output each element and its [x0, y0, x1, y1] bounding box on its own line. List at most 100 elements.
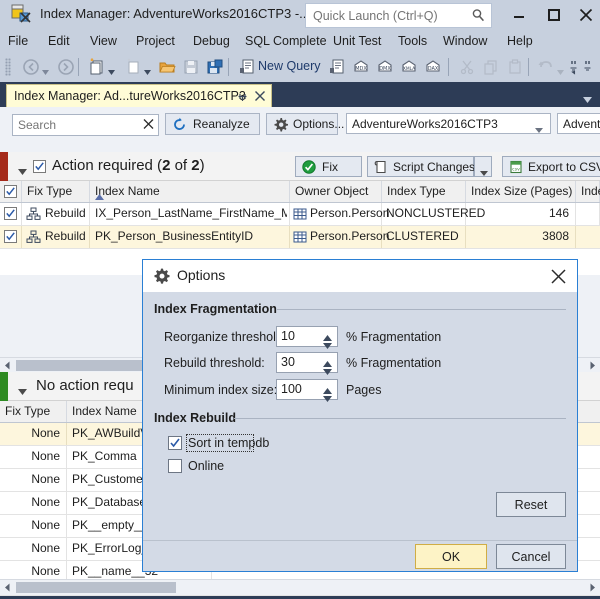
column-label: Owner Object — [295, 184, 369, 198]
spinner-down-icon[interactable] — [323, 338, 332, 349]
chevron-down-icon[interactable] — [18, 164, 27, 175]
save-icon[interactable] — [182, 58, 200, 76]
online-label[interactable]: Online — [188, 459, 224, 473]
rebuild-threshold-spinner[interactable]: 30 — [276, 352, 338, 375]
menu-help[interactable]: Help — [507, 33, 533, 50]
cell-fix-type-value: Rebuild — [45, 206, 86, 220]
options-dialog: Options Index Fragmentation Reorganize t… — [142, 259, 578, 572]
scroll-left-icon[interactable] — [0, 580, 15, 595]
cell-index-name: IX_Person_LastName_FirstName_Mi... — [90, 203, 290, 225]
scroll-thumb[interactable] — [16, 582, 176, 593]
new-project-icon[interactable] — [88, 58, 106, 76]
reset-button[interactable]: Reset — [496, 492, 566, 517]
column-header-fix-type[interactable]: Fix Type — [0, 401, 67, 422]
script-changes-button[interactable]: Script Changes — [367, 156, 475, 177]
row-checkbox[interactable] — [4, 230, 17, 243]
options-button[interactable]: Options... — [266, 113, 344, 135]
column-select-all[interactable] — [0, 181, 22, 202]
spinner-up-icon[interactable] — [323, 356, 332, 367]
dmx-query-icon[interactable]: DMX — [376, 58, 394, 76]
close-button[interactable] — [575, 3, 597, 27]
quick-launch-box[interactable] — [305, 3, 492, 28]
noaction-grid-hscrollbar[interactable] — [0, 579, 600, 595]
close-icon[interactable] — [254, 90, 266, 102]
menu-project[interactable]: Project — [136, 33, 175, 50]
open-file-icon[interactable] — [124, 58, 142, 76]
save-all-icon[interactable] — [206, 58, 224, 76]
group-divider — [277, 309, 566, 310]
spinner-down-icon[interactable] — [323, 364, 332, 375]
scroll-right-icon[interactable] — [585, 580, 600, 595]
cell-value: None — [31, 426, 60, 440]
cancel-button[interactable]: Cancel — [496, 544, 566, 569]
chevron-down-icon[interactable] — [18, 384, 27, 395]
analysis-query-icon[interactable] — [328, 58, 346, 76]
tab-index-manager[interactable]: Index Manager: Ad...tureWorks2016CTP3 — [6, 84, 272, 107]
menu-file[interactable]: File — [8, 33, 28, 50]
reanalyze-button[interactable]: Reanalyze — [165, 113, 260, 135]
export-to-csv-label: Export to CSV... — [528, 160, 600, 174]
navigate-back-dropdown-icon[interactable] — [42, 64, 49, 75]
search-box[interactable] — [12, 114, 159, 136]
menu-view[interactable]: View — [90, 33, 117, 50]
select-all-rows-checkbox[interactable] — [4, 185, 17, 198]
reorganize-threshold-spinner[interactable]: 10 — [276, 326, 338, 349]
database-combo[interactable]: AdventureWorks2016CTP3 — [346, 113, 551, 134]
select-all-action-checkbox[interactable] — [33, 160, 46, 173]
mdx-query-icon[interactable]: MDX — [352, 58, 370, 76]
sort-in-tempdb-checkbox[interactable] — [168, 436, 182, 450]
navigate-back-icon[interactable] — [22, 58, 40, 76]
spinner-down-icon[interactable] — [323, 391, 332, 402]
open-file-dropdown-icon[interactable] — [144, 64, 151, 75]
new-project-dropdown-icon[interactable] — [108, 64, 115, 75]
fix-button[interactable]: Fix — [295, 156, 362, 177]
column-header-index-name[interactable]: Index Name — [90, 181, 290, 202]
count-total: 2 — [191, 157, 200, 174]
spinner-up-icon[interactable] — [323, 330, 332, 341]
column-header-fix-type[interactable]: Fix Type — [22, 181, 90, 202]
table-row[interactable]: Rebuild IX_Person_LastName_FirstName_Mi.… — [0, 203, 600, 226]
table-row[interactable]: Rebuild PK_Person_BusinessEntityID Perso… — [0, 226, 600, 249]
quick-launch-input[interactable] — [311, 6, 465, 26]
secondary-combo[interactable]: Adventu — [557, 113, 600, 134]
column-header-owner-object[interactable]: Owner Object — [290, 181, 382, 202]
column-header-index-size[interactable]: Index Size (Pages) — [466, 181, 576, 202]
new-query-label[interactable]: New Query — [258, 59, 321, 73]
online-checkbox[interactable] — [168, 459, 182, 473]
row-select-cell[interactable] — [0, 226, 22, 248]
navigate-forward-icon[interactable] — [57, 58, 75, 76]
ok-button[interactable]: OK — [415, 544, 487, 569]
chevron-down-icon[interactable] — [583, 92, 592, 103]
row-select-cell[interactable] — [0, 203, 22, 225]
minimize-button[interactable] — [505, 3, 533, 27]
column-header-index-extra[interactable]: Inde — [576, 181, 600, 202]
toolbar-overflow-icon[interactable] — [570, 58, 591, 76]
column-header-index-type[interactable]: Index Type — [382, 181, 466, 202]
menu-edit[interactable]: Edit — [48, 33, 70, 50]
spinner-up-icon[interactable] — [323, 383, 332, 394]
svg-text:csv: csv — [512, 168, 520, 173]
export-to-csv-button[interactable]: csv Export to CSV... — [502, 156, 600, 177]
xmla-query-icon[interactable]: XMLA — [400, 58, 418, 76]
menu-sql-complete[interactable]: SQL Complete — [245, 33, 327, 50]
search-input[interactable] — [16, 116, 135, 134]
open-folder-icon[interactable] — [158, 58, 176, 76]
menu-debug[interactable]: Debug — [193, 33, 230, 50]
row-checkbox[interactable] — [4, 207, 17, 220]
action-required-section: Action required (2 of 2) Fix Script Chan… — [0, 152, 600, 275]
menu-window[interactable]: Window — [443, 33, 487, 50]
minimum-index-size-spinner[interactable]: 100 — [276, 379, 338, 402]
pin-icon[interactable] — [237, 91, 248, 102]
sort-in-tempdb-label[interactable]: Sort in tempdb — [188, 436, 269, 450]
dax-query-icon[interactable]: DAX — [424, 58, 442, 76]
scroll-right-icon[interactable] — [585, 358, 600, 373]
scroll-left-icon[interactable] — [0, 358, 15, 373]
new-query-icon[interactable] — [238, 58, 256, 76]
toolbar-grip[interactable] — [5, 58, 11, 76]
menu-unit-test[interactable]: Unit Test — [333, 33, 381, 50]
script-changes-dropdown[interactable] — [474, 156, 492, 177]
menu-tools[interactable]: Tools — [398, 33, 427, 50]
close-icon[interactable] — [550, 268, 567, 285]
close-icon[interactable] — [143, 118, 154, 130]
maximize-button[interactable] — [540, 3, 568, 27]
